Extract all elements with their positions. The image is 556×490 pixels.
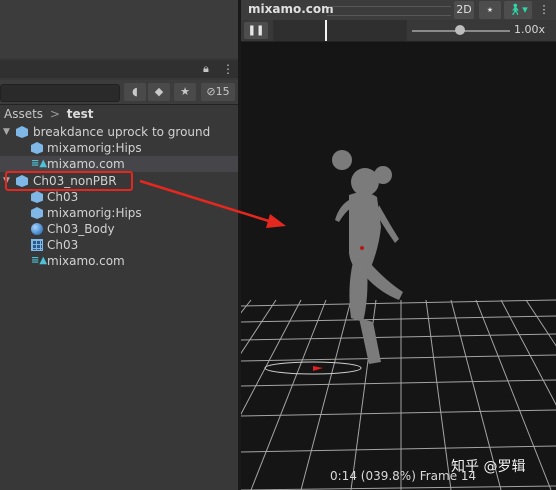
mesh-icon bbox=[31, 239, 43, 251]
filter-type-icon: ◖ bbox=[132, 85, 138, 98]
filter-by-label-button[interactable]: ◆ bbox=[148, 83, 170, 101]
breadcrumb-current[interactable]: test bbox=[67, 107, 94, 121]
tree-item-hips-2[interactable]: mixamorig:Hips bbox=[0, 205, 238, 221]
tree-item-label: mixamorig:Hips bbox=[47, 206, 142, 220]
playhead[interactable] bbox=[325, 20, 327, 41]
toggle-2d-button[interactable]: 2D bbox=[454, 1, 474, 19]
pivot-axes-icon: ⭑ bbox=[487, 3, 493, 16]
hidden-packages-button[interactable]: ⊘15 bbox=[201, 83, 235, 101]
lock-icon[interactable]: 🔒︎ bbox=[203, 62, 217, 76]
breadcrumb: Assets > test bbox=[0, 105, 238, 123]
animation-clip-icon: ≡▲ bbox=[31, 255, 48, 266]
speed-value: 1.00x bbox=[514, 23, 546, 36]
avatar-button[interactable]: 🚶︎▾ bbox=[504, 1, 532, 19]
drag-handle[interactable] bbox=[327, 6, 451, 16]
tree-item-ch03-mesh[interactable]: Ch03 bbox=[0, 237, 238, 253]
star-icon: ★ bbox=[180, 85, 190, 98]
tree-item-ch03-body[interactable]: Ch03_Body bbox=[0, 221, 238, 237]
search-input[interactable] bbox=[0, 84, 120, 102]
tree-item-breakdance[interactable]: ▼ breakdance uprock to ground bbox=[0, 124, 238, 140]
animation-preview-viewport[interactable] bbox=[241, 0, 556, 490]
tree-item-label: Ch03 bbox=[47, 190, 79, 204]
tree-item-hips[interactable]: mixamorig:Hips bbox=[0, 140, 238, 156]
tree-item-label: mixamorig:Hips bbox=[47, 141, 142, 155]
preview-title: mixamo.com bbox=[248, 2, 334, 16]
kebab-menu-icon: ⋮ bbox=[538, 3, 550, 16]
hidden-count: 15 bbox=[215, 85, 230, 98]
model-icon bbox=[31, 207, 43, 219]
watermark: 知乎 @罗辑 bbox=[451, 459, 526, 475]
pivot-button[interactable]: ⭑ bbox=[479, 1, 501, 19]
more-options-icon[interactable]: ⋮ bbox=[222, 62, 234, 76]
more-options-button[interactable]: ⋮ bbox=[536, 1, 552, 19]
eye-slash-icon: ⊘ bbox=[206, 85, 216, 98]
preview-title-bar: mixamo.com 2D ⭑ 🚶︎▾ ⋮ bbox=[241, 0, 556, 20]
tree-item-ch03-model[interactable]: Ch03 bbox=[0, 189, 238, 205]
animation-clip-icon: ≡▲ bbox=[31, 158, 48, 169]
pause-icon: ❚❚ bbox=[247, 25, 265, 36]
speed-slider-knob[interactable] bbox=[455, 25, 465, 35]
pause-button[interactable]: ❚❚ bbox=[244, 22, 268, 39]
tree-item-label: mixamo.com bbox=[47, 157, 125, 171]
model-icon bbox=[31, 142, 43, 154]
avatar-icon: 🚶︎▾ bbox=[508, 3, 528, 16]
tree-item-mixamo-anim[interactable]: ≡▲ mixamo.com bbox=[0, 156, 238, 172]
tree-item-label: mixamo.com bbox=[47, 254, 125, 268]
preview-scene bbox=[241, 40, 556, 490]
filter-by-type-button[interactable]: ◖ bbox=[124, 83, 146, 101]
timeline-scrubber[interactable] bbox=[273, 20, 407, 41]
breadcrumb-root[interactable]: Assets bbox=[4, 107, 43, 121]
model-icon bbox=[16, 126, 28, 138]
material-icon bbox=[31, 223, 43, 235]
model-icon bbox=[31, 191, 43, 203]
annotation-highlight-box bbox=[5, 171, 133, 191]
tag-icon: ◆ bbox=[154, 85, 164, 98]
tree-item-label: Ch03_Body bbox=[47, 222, 115, 236]
tree-item-label: Ch03 bbox=[47, 238, 79, 252]
panel-top-area bbox=[0, 0, 238, 58]
breadcrumb-separator: > bbox=[49, 107, 60, 121]
tree-item-label: breakdance uprock to ground bbox=[33, 125, 211, 139]
favorites-button[interactable]: ★ bbox=[174, 83, 196, 101]
expand-arrow-icon[interactable]: ▼ bbox=[3, 124, 13, 140]
tree-item-mixamo-anim-2[interactable]: ≡▲ mixamo.com bbox=[0, 253, 238, 269]
